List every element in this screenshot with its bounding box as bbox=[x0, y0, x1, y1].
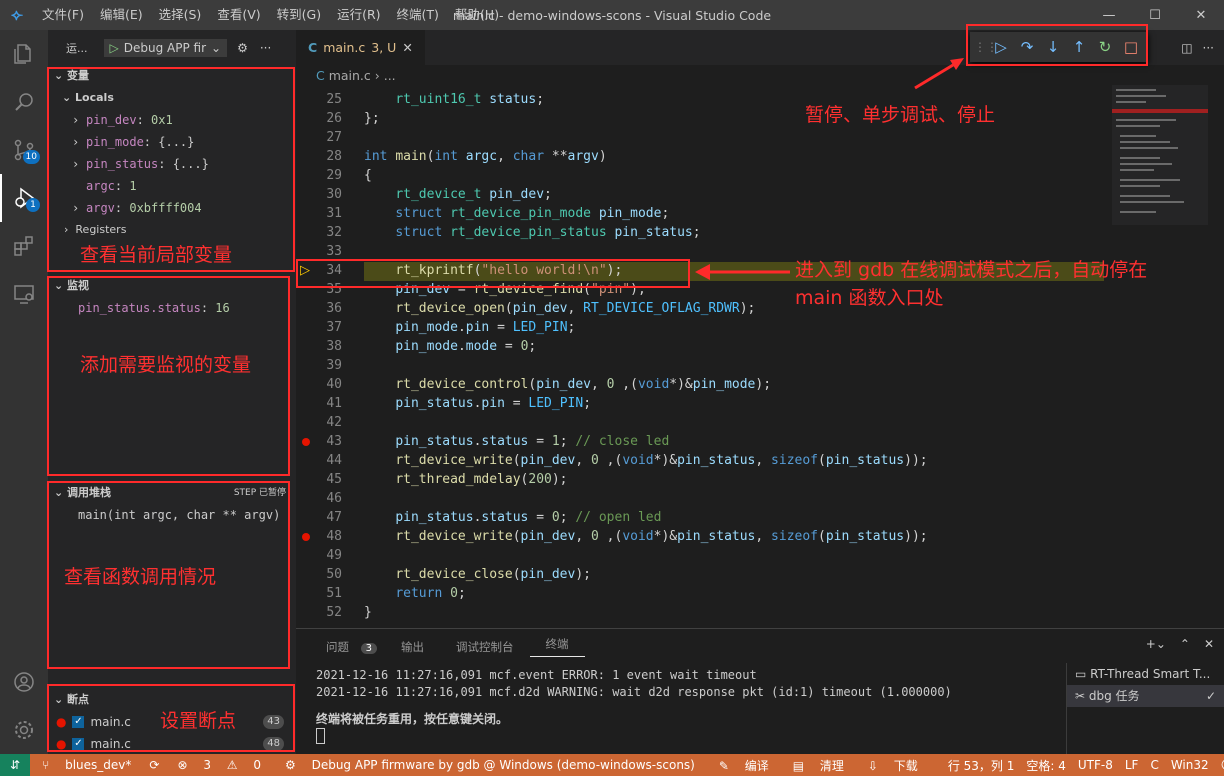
annotation-breakpoints: 设置断点 bbox=[160, 710, 237, 732]
annotation-watch: 添加需要监视的变量 bbox=[80, 354, 252, 376]
annotation-callstack: 查看函数调用情况 bbox=[64, 566, 217, 588]
annotation-toolbar: 暂停、单步调试、停止 bbox=[805, 104, 996, 126]
annotation-stopline-1: 进入到 gdb 在线调试模式之后，自动停在 bbox=[795, 259, 1148, 281]
annotation-stopline-2: main 函数入口处 bbox=[795, 287, 944, 309]
annotation-arrows bbox=[695, 58, 964, 280]
annotation-variables: 查看当前局部变量 bbox=[80, 244, 233, 266]
